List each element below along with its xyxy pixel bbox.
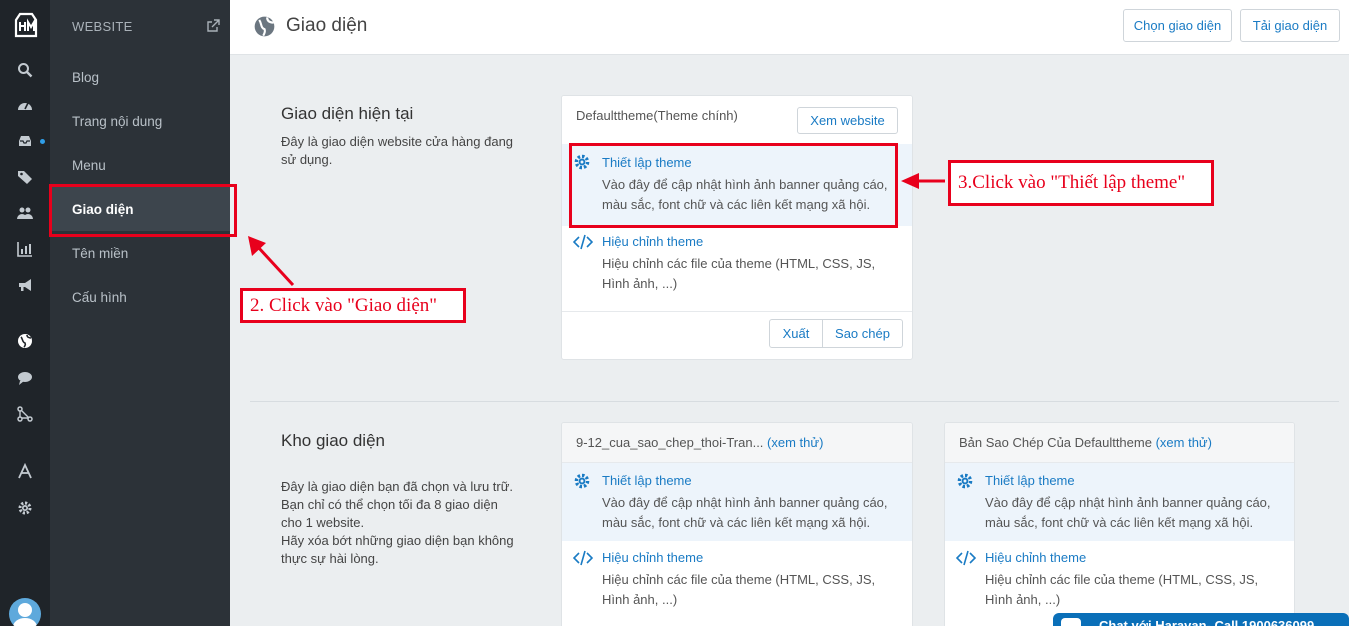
step3-annotation: 3.Click vào "Thiết lập theme" xyxy=(948,160,1214,206)
chat-widget[interactable]: Chat với Haravan- Call 1900636099 xyxy=(1053,613,1349,626)
annotation-arrows xyxy=(248,173,945,287)
chat-text: Chat với Haravan- Call 1900636099 xyxy=(1099,618,1315,626)
step2-annotation: 2. Click vào "Giao diện" xyxy=(240,288,466,323)
chat-icon xyxy=(1061,618,1081,626)
